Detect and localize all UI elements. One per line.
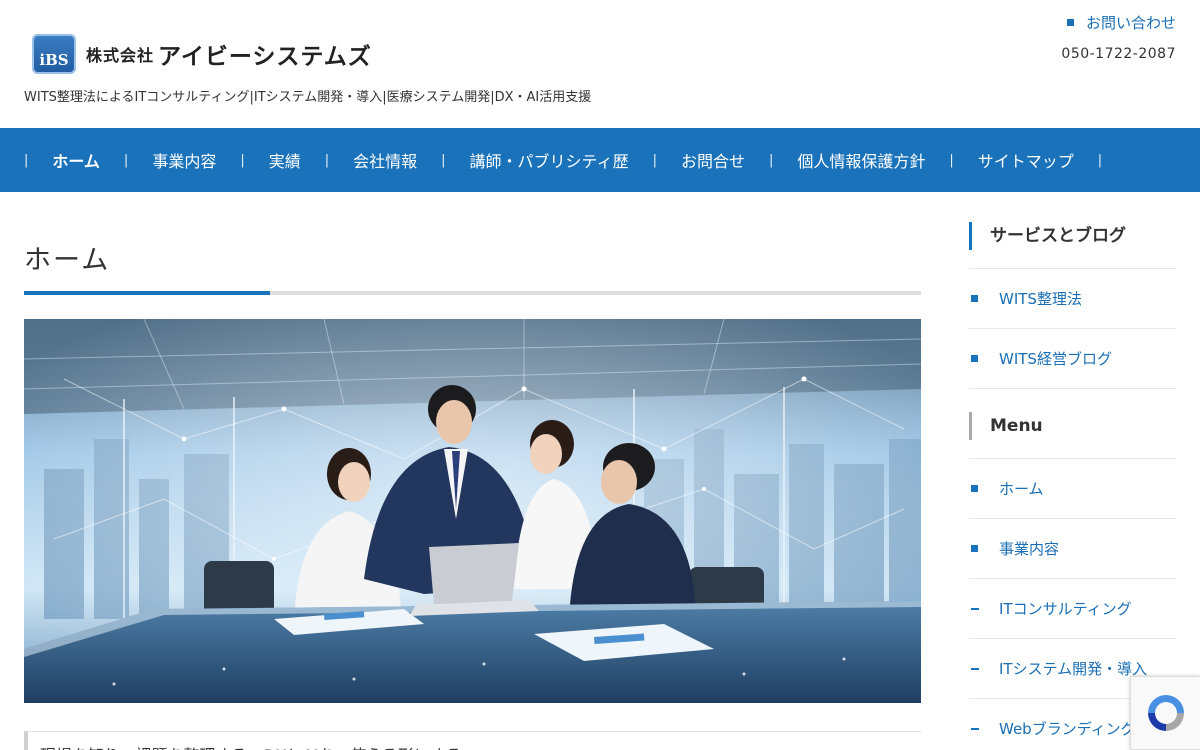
lead-text: 現場を知り、課題を整理する。DXとAIを、使える形にする。 (24, 731, 921, 750)
recaptcha-badge[interactable] (1130, 676, 1200, 750)
widget-title-menu: Menu (969, 412, 1176, 440)
global-nav: | ホーム | 事業内容 | 実績 | 会社情報 | 講師・パブリシティ歴 | … (0, 128, 1200, 192)
business-meeting-photo (24, 319, 921, 703)
nav-separator: | (240, 152, 245, 168)
page-title: ホーム (24, 245, 111, 276)
square-bullet-icon (1066, 19, 1074, 26)
square-bullet-icon (971, 545, 978, 552)
sidebar-divider (969, 388, 1176, 412)
nav-separator: | (768, 152, 774, 168)
square-bullet-icon (971, 355, 978, 362)
header-contact-label: お問い合わせ (1085, 14, 1176, 32)
menu-item-home[interactable]: ホーム (969, 458, 1176, 518)
site-header: iBS 株式会社 アイビーシステムズ WITS整理法によるITコンサルティング|… (0, 0, 1200, 128)
nav-separator: | (324, 152, 330, 168)
site-logo[interactable]: iBS 株式会社 アイビーシステムズ (32, 34, 372, 74)
sidebar-item-wits-blog[interactable]: WITS経営ブログ (969, 328, 1176, 388)
nav-item-home[interactable]: ホーム (28, 148, 124, 172)
square-bullet-icon (971, 485, 978, 492)
menu-item-it-consulting[interactable]: ITコンサルティング (969, 578, 1176, 638)
title-underline-accent (24, 291, 270, 295)
sidebar-item-label: WITS経営ブログ (999, 350, 1112, 368)
title-underline (24, 291, 921, 295)
nav-item-results[interactable]: 実績 (245, 148, 325, 172)
menu-item-services[interactable]: 事業内容 (969, 518, 1176, 578)
logo-company-name: アイビーシステムズ (158, 44, 372, 70)
menu-item-label: 事業内容 (999, 540, 1060, 558)
nav-separator: | (949, 152, 954, 168)
nav-separator: | (24, 152, 29, 168)
dash-bullet-icon (971, 667, 979, 670)
header-contact-link[interactable]: お問い合わせ (1066, 12, 1176, 33)
ibs-logo-icon: iBS (32, 34, 76, 74)
nav-separator: | (123, 152, 129, 168)
widget-title-services: サービスとブログ (969, 222, 1176, 250)
site-tagline: WITS整理法によるITコンサルティング|ITシステム開発・導入|医療システム開… (24, 90, 592, 105)
dash-bullet-icon (971, 727, 979, 730)
nav-item-sitemap[interactable]: サイトマップ (954, 148, 1098, 172)
menu-item-label: ホーム (999, 480, 1044, 498)
nav-separator: | (652, 152, 657, 168)
menu-item-label: ITシステム開発・導入 (999, 660, 1148, 678)
hero-image (24, 319, 921, 703)
sidebar: サービスとブログ WITS整理法 WITS経営ブログ Menu ホーム 事業内容… (969, 192, 1176, 750)
nav-item-company[interactable]: 会社情報 (329, 148, 441, 172)
recaptcha-icon (1147, 695, 1184, 731)
sidebar-item-label: WITS整理法 (999, 290, 1082, 308)
nav-item-contact[interactable]: お問合せ (657, 148, 769, 172)
nav-item-services[interactable]: 事業内容 (128, 148, 240, 172)
nav-item-privacy[interactable]: 個人情報保護方針 (773, 148, 949, 172)
nav-separator: | (441, 152, 446, 168)
services-list: WITS整理法 WITS経営ブログ (969, 268, 1176, 412)
nav-item-lectures[interactable]: 講師・パブリシティ歴 (446, 148, 653, 172)
header-phone: 050-1722-2087 (1061, 46, 1176, 62)
main-content: ホーム (24, 192, 921, 750)
sidebar-item-wits[interactable]: WITS整理法 (969, 268, 1176, 328)
nav-separator: | (1097, 152, 1103, 168)
menu-item-label: Webブランディング (999, 720, 1136, 738)
logo-company-prefix: 株式会社 (86, 46, 155, 65)
dash-bullet-icon (971, 607, 979, 610)
menu-item-label: ITコンサルティング (999, 600, 1132, 618)
square-bullet-icon (971, 295, 978, 302)
